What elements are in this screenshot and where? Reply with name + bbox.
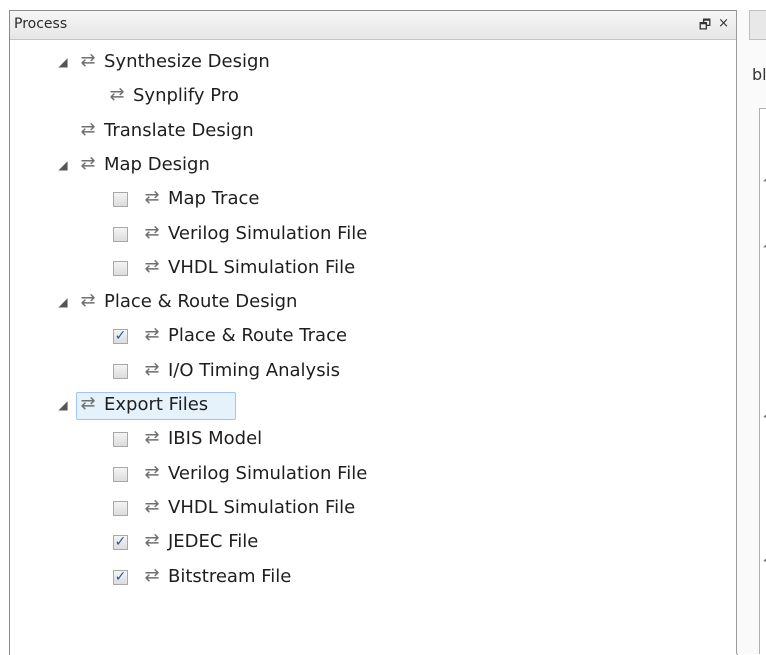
collapse-triangle-icon[interactable]: ◢ bbox=[57, 158, 69, 172]
right-pane: bl ◢◢◢◢ bbox=[736, 10, 766, 654]
tree-item-label: IBIS Model bbox=[168, 428, 263, 449]
tree-item[interactable]: ⇄ Synplify Pro bbox=[10, 83, 610, 113]
checkbox-checked[interactable]: ✓ bbox=[113, 570, 128, 585]
tree-item[interactable]: ⇄ Verilog Simulation File bbox=[10, 461, 610, 491]
sync-arrows-icon: ⇄ bbox=[144, 359, 160, 380]
process-panel-titlebar: Process 🗗 × bbox=[10, 11, 737, 40]
tree-item-label: Verilog Simulation File bbox=[168, 463, 368, 484]
sync-arrows-icon: ⇄ bbox=[144, 496, 160, 517]
tree-item-label: JEDEC File bbox=[168, 531, 259, 552]
sync-arrows-icon: ⇄ bbox=[144, 462, 160, 483]
tree-item-label: VHDL Simulation File bbox=[168, 257, 356, 278]
right-pane-label: bl bbox=[752, 65, 766, 84]
right-pane-tab[interactable] bbox=[749, 10, 766, 40]
sync-arrows-icon: ⇄ bbox=[144, 222, 160, 243]
tree-item-label: Place & Route Trace bbox=[168, 325, 348, 346]
tree-item-label: Verilog Simulation File bbox=[168, 223, 368, 244]
sync-arrows-icon: ⇄ bbox=[80, 119, 96, 140]
checkbox-unchecked[interactable] bbox=[113, 261, 128, 276]
checkbox-unchecked[interactable] bbox=[113, 192, 128, 207]
tree-item[interactable]: ⇄ Translate Design bbox=[10, 118, 610, 148]
tree-item[interactable]: ✓ ⇄ Place & Route Trace bbox=[10, 323, 610, 353]
tree-item[interactable]: ◢ ⇄ Place & Route Design bbox=[10, 289, 610, 319]
sync-arrows-icon: ⇄ bbox=[144, 187, 160, 208]
tree-item-label: Bitstream File bbox=[168, 566, 292, 587]
tree-item-label: Synthesize Design bbox=[104, 51, 270, 72]
collapse-triangle-icon[interactable]: ◢ bbox=[57, 398, 69, 412]
tree-item-label: I/O Timing Analysis bbox=[168, 360, 340, 381]
tree-item[interactable]: ⇄ Verilog Simulation File bbox=[10, 221, 610, 251]
sync-arrows-icon: ⇄ bbox=[144, 530, 160, 551]
checkbox-unchecked[interactable] bbox=[113, 467, 128, 482]
collapse-triangle-icon[interactable]: ◢ bbox=[57, 295, 69, 309]
restore-icon[interactable]: 🗗 bbox=[699, 16, 711, 38]
sync-arrows-icon: ⇄ bbox=[144, 324, 160, 345]
tree-item[interactable]: ◢ ⇄ Map Design bbox=[10, 152, 610, 182]
tree-item-label: Export Files bbox=[104, 394, 209, 415]
tree-item[interactable]: ✓ ⇄ Bitstream File bbox=[10, 564, 610, 594]
checkbox-unchecked[interactable] bbox=[113, 432, 128, 447]
sync-arrows-icon: ⇄ bbox=[80, 393, 96, 414]
tree-item-label: Place & Route Design bbox=[104, 291, 298, 312]
tree-item-label: VHDL Simulation File bbox=[168, 497, 356, 518]
tree-item[interactable]: ⇄ VHDL Simulation File bbox=[10, 495, 610, 525]
checkbox-unchecked[interactable] bbox=[113, 364, 128, 379]
sync-arrows-icon: ⇄ bbox=[144, 256, 160, 277]
tree-item-label: Map Design bbox=[104, 154, 210, 175]
checkbox-unchecked[interactable] bbox=[113, 501, 128, 516]
tree-item[interactable]: ◢ ⇄ Synthesize Design bbox=[10, 49, 610, 79]
checkbox-unchecked[interactable] bbox=[113, 227, 128, 242]
process-panel: Process 🗗 × ◢ ⇄ Synthesize Design ⇄ Synplify… bbox=[9, 10, 738, 655]
tree-item[interactable]: ⇄ IBIS Model bbox=[10, 426, 610, 456]
tree-item-label: Synplify Pro bbox=[133, 85, 239, 106]
panel-title-controls: 🗗 × bbox=[699, 16, 729, 38]
tree-item[interactable]: ⇄ VHDL Simulation File bbox=[10, 255, 610, 285]
sync-arrows-icon: ⇄ bbox=[80, 50, 96, 71]
tree-item[interactable]: ⇄ I/O Timing Analysis bbox=[10, 358, 610, 388]
tree-item[interactable]: ⇄ Map Trace bbox=[10, 186, 610, 216]
sync-arrows-icon: ⇄ bbox=[144, 565, 160, 586]
right-pane-content bbox=[759, 108, 766, 654]
panel-title: Process bbox=[14, 16, 68, 32]
sync-arrows-icon: ⇄ bbox=[80, 290, 96, 311]
collapse-triangle-icon[interactable]: ◢ bbox=[57, 55, 69, 69]
sync-arrows-icon: ⇄ bbox=[144, 427, 160, 448]
tree-item[interactable]: ✓ ⇄ JEDEC File bbox=[10, 529, 610, 559]
tree-item[interactable]: ◢ ⇄ Export Files bbox=[10, 392, 610, 422]
tree-item-label: Map Trace bbox=[168, 188, 260, 209]
tree-item-label: Translate Design bbox=[104, 120, 254, 141]
checkbox-checked[interactable]: ✓ bbox=[113, 329, 128, 344]
sync-arrows-icon: ⇄ bbox=[109, 84, 125, 105]
close-icon[interactable]: × bbox=[718, 16, 729, 38]
sync-arrows-icon: ⇄ bbox=[80, 153, 96, 174]
checkbox-checked[interactable]: ✓ bbox=[113, 535, 128, 550]
